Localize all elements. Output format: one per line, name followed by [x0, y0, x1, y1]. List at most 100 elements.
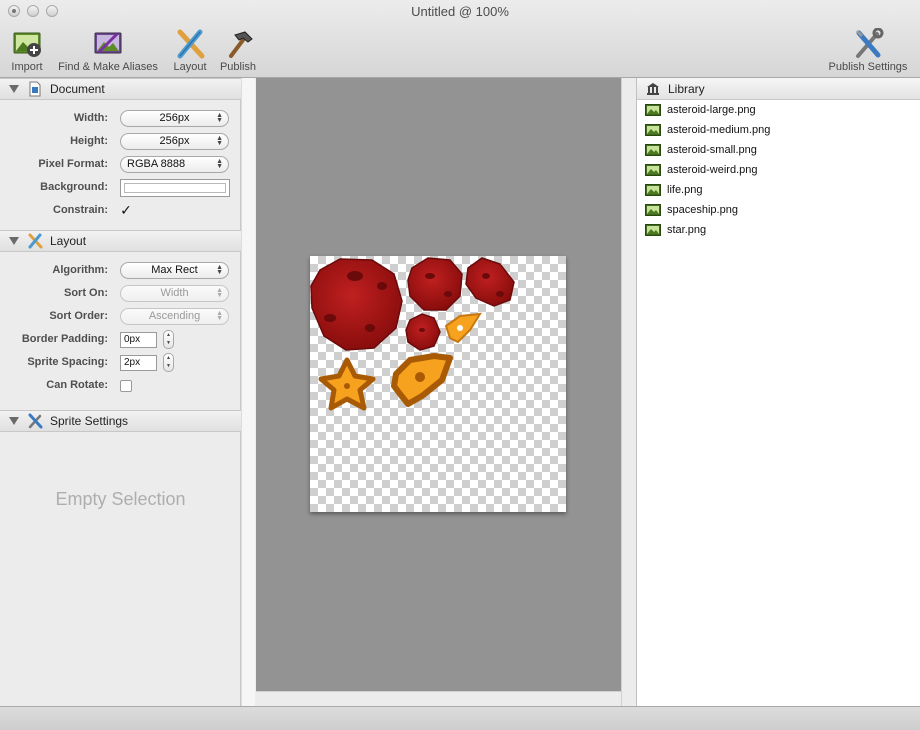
border-padding-field[interactable]: 0px [120, 332, 157, 348]
popup-arrows-icon: ▲ ▼ [216, 158, 223, 170]
sort-on-row: Sort On: Width ▲ ▼ [0, 283, 241, 306]
height-label: Height: [70, 135, 108, 147]
library-file-item[interactable]: asteroid-weird.png [645, 160, 758, 180]
inspector-scrollbar[interactable] [241, 78, 255, 706]
background-color-well[interactable] [120, 179, 230, 197]
library-title: Library [668, 81, 705, 96]
inspector-panel: Document Width: 256px ▲ ▼ Height: 256px ▲ ▼ … [0, 78, 241, 706]
sprite-sheet-preview[interactable] [310, 256, 566, 512]
library-file-name: star.png [667, 224, 707, 236]
library-file-name: asteroid-medium.png [667, 124, 771, 136]
library-file-item[interactable]: spaceship.png [645, 200, 738, 220]
border-padding-stepper[interactable]: ▲ ▼ [163, 330, 174, 349]
pixel-format-label: Pixel Format: [38, 158, 108, 170]
find-aliases-label: Find & Make Aliases [58, 61, 158, 73]
can-rotate-checkbox[interactable] [120, 380, 132, 392]
library-file-name: asteroid-small.png [667, 144, 757, 156]
app-window: Untitled @ 100% Import Find & Make Alias… [0, 0, 920, 730]
sort-order-row: Sort Order: Ascending ▲ ▼ [0, 306, 241, 329]
star-sprite[interactable] [318, 357, 376, 411]
import-label: Import [11, 61, 43, 73]
sprite-spacing-stepper[interactable]: ▲ ▼ [163, 353, 174, 372]
disclosure-triangle-icon[interactable] [9, 417, 19, 425]
layout-section-header[interactable]: Layout [0, 230, 241, 252]
constrain-row: Constrain: ✓ [0, 200, 241, 223]
toolbar: Untitled @ 100% Import Find & Make Alias… [0, 0, 920, 78]
publish-label: Publish [219, 61, 257, 73]
asteroid-medium-sprite[interactable] [407, 257, 463, 311]
asteroid-small-sprite[interactable] [405, 313, 441, 351]
publish-button[interactable]: Publish [217, 28, 259, 73]
library-file-name: life.png [667, 184, 703, 196]
height-value: 256px [159, 135, 190, 147]
sort-on-value: Width [160, 287, 189, 299]
sort-order-popup[interactable]: Ascending ▲ ▼ [120, 308, 229, 325]
tools-icon [855, 28, 884, 58]
layout-button[interactable]: Layout [170, 28, 210, 73]
layout-section-title: Layout [50, 234, 87, 248]
sort-order-label: Sort Order: [49, 310, 108, 322]
asteroid-weird-sprite[interactable] [465, 257, 515, 307]
constrain-label: Constrain: [53, 204, 108, 216]
disclosure-triangle-icon[interactable] [9, 85, 19, 93]
sort-on-popup[interactable]: Width ▲ ▼ [120, 285, 229, 302]
library-file-name: spaceship.png [667, 204, 738, 216]
status-bar [0, 706, 920, 730]
hammer-icon [229, 31, 253, 58]
library-header: Library [637, 78, 920, 100]
background-label: Background: [40, 181, 108, 193]
library-file-item[interactable]: asteroid-medium.png [645, 120, 770, 140]
library-file-item[interactable]: asteroid-small.png [645, 140, 757, 160]
life-sprite[interactable] [444, 312, 482, 344]
library-file-item[interactable]: life.png [645, 180, 702, 200]
image-file-icon [645, 224, 661, 236]
popup-arrows-icon: ▲ ▼ [216, 112, 223, 124]
publish-settings-label: Publish Settings [828, 61, 908, 73]
algorithm-label: Algorithm: [52, 264, 108, 276]
image-file-icon [645, 204, 661, 216]
constrain-checkbox[interactable]: ✓ [120, 203, 132, 217]
library-panel: Library asteroid-large.png asteroid-mediu… [636, 78, 920, 706]
height-popup[interactable]: 256px ▲ ▼ [120, 133, 229, 150]
border-padding-label: Border Padding: [21, 333, 108, 345]
document-section-title: Document [50, 82, 105, 96]
library-file-item[interactable]: star.png [645, 220, 706, 240]
sprite-settings-section-header[interactable]: Sprite Settings [0, 410, 241, 432]
pixel-format-row: Pixel Format: RGBA 8888 ▲ ▼ [0, 154, 241, 177]
spaceship-sprite[interactable] [391, 353, 453, 407]
layout-icon [177, 29, 205, 59]
width-label: Width: [73, 112, 108, 124]
library-icon [647, 82, 659, 95]
window-title: Untitled @ 100% [411, 4, 509, 19]
width-popup[interactable]: 256px ▲ ▼ [120, 110, 229, 127]
pixel-format-popup[interactable]: RGBA 8888 ▲ ▼ [120, 156, 229, 173]
document-section-header[interactable]: Document [0, 78, 241, 100]
color-swatch [124, 183, 226, 193]
popup-arrows-icon: ▲ ▼ [216, 287, 223, 299]
image-file-icon [645, 144, 661, 156]
layout-label: Layout [173, 61, 207, 73]
sprite-settings-section-title: Sprite Settings [50, 414, 129, 428]
border-padding-row: Border Padding: 0px ▲ ▼ [0, 329, 241, 352]
library-file-name: asteroid-weird.png [667, 164, 758, 176]
publish-settings-button[interactable]: Publish Settings [824, 28, 912, 73]
width-value: 256px [159, 112, 190, 124]
height-row: Height: 256px ▲ ▼ [0, 131, 241, 154]
popup-arrows-icon: ▲ ▼ [216, 310, 223, 322]
algorithm-popup[interactable]: Max Rect ▲ ▼ [120, 262, 229, 279]
sprite-spacing-row: Sprite Spacing: 2px ▲ ▼ [0, 352, 241, 375]
image-file-icon [645, 184, 661, 196]
find-aliases-button[interactable]: Find & Make Aliases [55, 28, 161, 73]
canvas-vertical-scrollbar[interactable] [621, 78, 636, 706]
library-file-item[interactable]: asteroid-large.png [645, 100, 756, 120]
disclosure-triangle-icon[interactable] [9, 237, 19, 245]
find-aliases-icon [94, 32, 122, 54]
popup-arrows-icon: ▲ ▼ [216, 135, 223, 147]
import-button[interactable]: Import [8, 28, 46, 73]
library-file-name: asteroid-large.png [667, 104, 756, 116]
asteroid-large-sprite[interactable] [310, 258, 403, 351]
image-file-icon [645, 104, 661, 116]
canvas-horizontal-scrollbar[interactable] [256, 691, 621, 706]
algorithm-value: Max Rect [151, 264, 198, 276]
sprite-spacing-field[interactable]: 2px [120, 355, 157, 371]
